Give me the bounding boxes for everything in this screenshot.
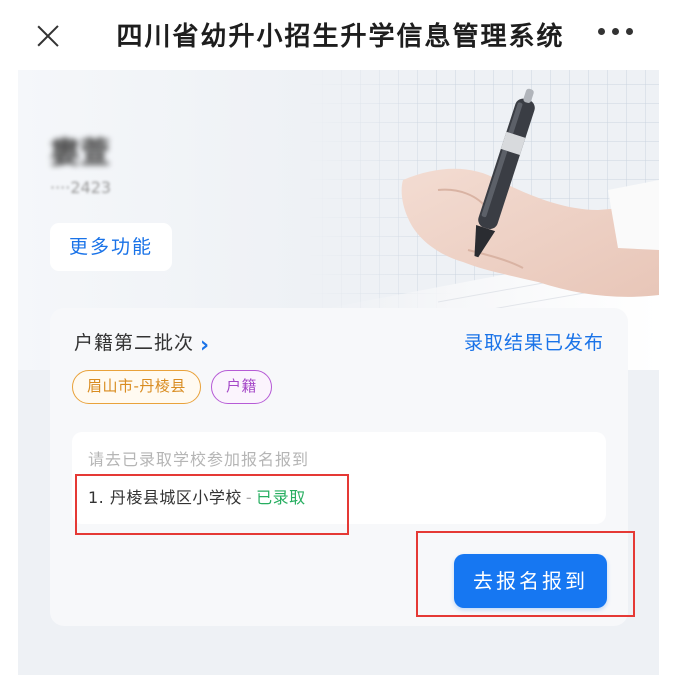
- admission-status: 已录取: [256, 488, 306, 507]
- go-report-button[interactable]: 去报名报到: [454, 554, 607, 608]
- school-name: 丹棱县城区小学校: [109, 488, 242, 507]
- more-functions-button[interactable]: 更多功能: [50, 223, 172, 271]
- region-tag: 眉山市-丹棱县: [72, 370, 201, 404]
- batch-label: 户籍第二批次: [74, 332, 195, 354]
- report-hint: 请去已录取学校参加报名报到: [88, 450, 310, 469]
- chevron-right-icon: ›: [200, 333, 211, 358]
- list-item[interactable]: 1. 丹棱县城区小学校 - 已录取: [88, 484, 306, 508]
- page-title: 四川省幼升小招生升学信息管理系统: [116, 22, 565, 52]
- admitted-school-list: 请去已录取学校参加报名报到 1. 丹棱县城区小学校 - 已录取: [72, 432, 606, 524]
- top-bar: 四川省幼升小招生升学信息管理系统: [0, 0, 681, 70]
- batch-link[interactable]: 户籍第二批次 ›: [74, 328, 210, 358]
- result-status: 录取结果已发布: [463, 332, 604, 354]
- school-index: 1.: [88, 488, 105, 507]
- more-options-icon[interactable]: [598, 28, 638, 44]
- user-name: 婁萱: [50, 136, 110, 171]
- school-separator: -: [245, 488, 253, 507]
- user-id: ····2423: [50, 178, 112, 197]
- household-tag: 户籍: [211, 370, 273, 404]
